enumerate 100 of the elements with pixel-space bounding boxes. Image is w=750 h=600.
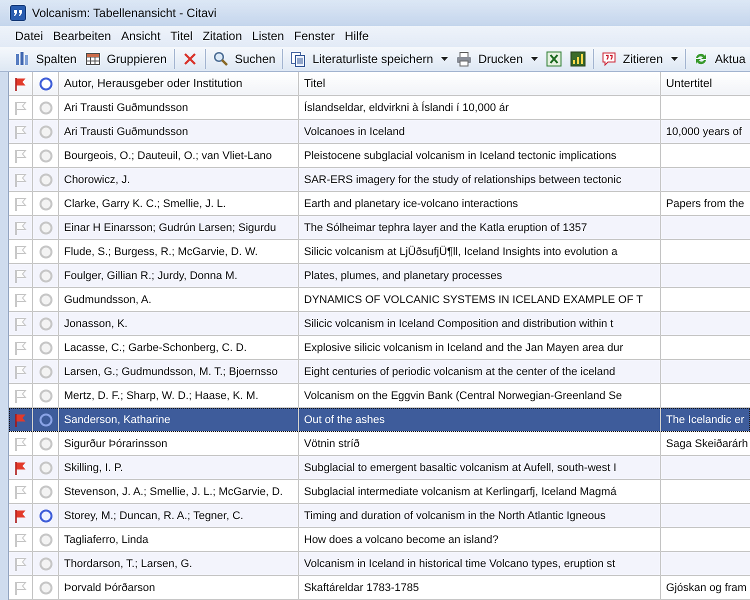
title-cell: Silicic volcanism in Iceland Composition and distribution within t [304,318,614,330]
flag-outline-icon[interactable] [14,172,26,186]
title-cell: Íslandseldar, eldvirkni à Íslandi í 10,000 ár [304,102,509,114]
flag-outline-icon[interactable] [14,292,26,306]
menu-item[interactable]: Titel [165,29,198,44]
flag-outline-icon[interactable] [14,220,26,234]
author-cell: Sigurður Þórarinsson [64,438,168,450]
author-cell: Skilling, I. P. [64,462,124,474]
title-cell: Volcanoes in Iceland [304,126,405,138]
title-cell: Out of the ashes [304,414,385,426]
table-row[interactable]: Mertz, D. F.; Sharp, W. D.; Haase, K. M. Volcanism on the Eggvin Bank (Central Norwegian-Greenland Se [9,384,750,408]
author-cell: Einar H Einarsson; Gudrún Larsen; Sigurdu [64,222,276,234]
subtitle-cell: Saga Skeiðarárh [666,438,748,450]
title-cell: Timing and duration of volcanism in the North Atlantic Igneous [304,510,606,522]
flag-outline-icon[interactable] [14,580,26,594]
flag-icon[interactable] [14,460,26,474]
toolbar-button[interactable]: Zitieren [596,48,682,69]
author-cell: Ari Trausti Guðmundsson [64,126,188,138]
table-row[interactable]: Storey, M.; Duncan, R. A.; Tegner, C. Timing and duration of volcanism in the North Atlantic Igneous [9,504,750,528]
menu-item[interactable]: Fenster [289,29,340,44]
menu-item[interactable]: Datei [10,29,48,44]
document-list-icon [290,50,306,67]
menu-item[interactable]: Ansicht [116,29,166,44]
spreadsheet-icon [546,50,562,67]
author-cell: Larsen, G.; Gudmundsson, M. T.; Bjoernsso [64,366,278,378]
menu-item[interactable]: Zitation [198,29,248,44]
table-row[interactable]: Sigurður Þórarinsson Vötnin stríð Saga Skeiðarárh [9,432,750,456]
flag-outline-icon[interactable] [14,364,26,378]
table-row[interactable]: Flude, S.; Burgess, R.; McGarvie, D. W. Silicic volcanism at LjÜðsufjÜ¶ll, Iceland Insights into evolution a [9,240,750,264]
printer-icon [456,50,472,67]
title-cell: Earth and planetary ice-volcano interactions [304,198,518,210]
title-cell: Eight centuries of periodic volcanism at the center of the iceland [304,366,616,378]
chart-sheet-icon [570,50,586,67]
title-cell: DYNAMICS OF VOLCANIC SYSTEMS IN ICELAND EXAMPLE OF T [304,294,644,306]
circle-icon[interactable] [38,508,52,522]
table-row[interactable]: Foulger, Gillian R.; Jurdy, Donna M. Plates, plumes, and planetary processes [9,264,750,288]
table-row[interactable]: Tagliaferro, Linda How does a volcano become an island? [9,528,750,552]
author-cell: Ari Trausti Guðmundsson [64,102,188,114]
author-cell: Flude, S.; Burgess, R.; McGarvie, D. W. [64,246,258,258]
flag-outline-icon[interactable] [14,388,26,402]
toolbar-button[interactable]: Spalten [10,48,81,69]
table-row[interactable]: Chorowicz, J. SAR-ERS imagery for the study of relationships between tectonic [9,168,750,192]
column-header[interactable]: Autor, Herausgeber oder Institution [64,78,242,90]
delete-icon [182,50,198,67]
flag-icon[interactable] [14,508,26,522]
table-row[interactable]: Þorvald Þórðarson Skaftáreldar 1783-1785 Gjóskan og fram [9,576,750,600]
author-cell: Jonasson, K. [64,318,128,330]
toolbar-button[interactable]: Aktua [688,48,750,69]
table-row[interactable]: Thordarson, T.; Larsen, G. Volcanism in Iceland in historical time Volcano types, eruption st [9,552,750,576]
app-icon [10,4,26,21]
title-cell: Vötnin stríð [304,438,360,450]
table-row[interactable]: Skilling, I. P. Subglacial to emergent basaltic volcanism at Aufell, south-west I [9,456,750,480]
menu-item[interactable]: Listen [247,29,290,44]
table-row[interactable]: Larsen, G.; Gudmundsson, M. T.; Bjoernsso Eight centuries of periodic volcanism at the center of the iceland [9,360,750,384]
title-cell: SAR-ERS imagery for the study of relationships between tectonic [304,174,622,186]
title-cell: Subglacial to emergent basaltic volcanism at Aufell, south-west I [304,462,616,474]
flag-outline-icon[interactable] [14,148,26,162]
toolbar-button[interactable]: Drucken [452,48,542,69]
circle-icon[interactable] [38,412,52,426]
table-row[interactable]: Lacasse, C.; Garbe-Schonberg, C. D. Explosive silicic volcanism in Iceland and the Jan Mayen area dur [9,336,750,360]
table-row[interactable]: Stevenson, J. A.; Smellie, J. L.; McGarvie, D. Subglacial intermediate volcanism at Kerlingarfj, Iceland Magmá [9,480,750,504]
author-cell: Lacasse, C.; Garbe-Schonberg, C. D. [64,342,247,354]
author-cell: Storey, M.; Duncan, R. A.; Tegner, C. [64,510,244,522]
columns-icon [14,50,30,67]
table-row[interactable]: Einar H Einarsson; Gudrún Larsen; Sigurdu The Sólheimar tephra layer and the Katla eruption of 1357 [9,216,750,240]
flag-outline-icon[interactable] [14,100,26,114]
author-cell: Sanderson, Katharine [64,414,170,426]
flag-outline-icon[interactable] [14,244,26,258]
flag-outline-icon[interactable] [14,556,26,570]
table-row[interactable]: Gudmundsson, A. DYNAMICS OF VOLCANIC SYSTEMS IN ICELAND EXAMPLE OF T [9,288,750,312]
toolbar-button[interactable]: Literaturliste speichern [286,48,452,69]
table-row[interactable]: Sanderson, Katharine Out of the ashes The Icelandic er [9,408,750,432]
title-cell: Silicic volcanism at LjÜðsufjÜ¶ll, Iceland Insights into evolution a [304,246,618,258]
title-cell: Volcanism in Iceland in historical time Volcano types, eruption st [304,558,616,570]
subtitle-cell: The Icelandic er [666,414,744,426]
flag-outline-icon[interactable] [14,196,26,210]
flag-outline-icon[interactable] [14,436,26,450]
menu-item[interactable]: Bearbeiten [48,29,116,44]
table-row[interactable]: Clarke, Garry K. C.; Smellie, J. L. Earth and planetary ice-volcano interactions Papers from the [9,192,750,216]
column-header[interactable]: Untertitel [666,78,712,90]
column-header[interactable]: Titel [304,78,326,90]
table-row[interactable]: Ari Trausti Guðmundsson Íslandseldar, eldvirkni à Íslandi í 10,000 ár [9,96,750,120]
author-cell: Tagliaferro, Linda [64,534,148,546]
table-row[interactable]: Ari Trausti Guðmundsson Volcanoes in Iceland 10,000 years of [9,120,750,144]
author-cell: Bourgeois, O.; Dauteuil, O.; van Vliet-Lano [64,150,272,162]
menu-item[interactable]: Hilfe [340,29,374,44]
author-cell: Thordarson, T.; Larsen, G. [64,558,192,570]
flag-outline-icon[interactable] [14,340,26,354]
toolbar-button[interactable]: Suchen [208,48,280,69]
flag-outline-icon[interactable] [14,316,26,330]
flag-outline-icon[interactable] [14,124,26,138]
author-cell: Clarke, Garry K. C.; Smellie, J. L. [64,198,226,210]
flag-outline-icon[interactable] [14,268,26,282]
flag-outline-icon[interactable] [14,532,26,546]
table-row[interactable]: Bourgeois, O.; Dauteuil, O.; van Vliet-Lano Pleistocene subglacial volcanism in Iceland tectonic implications [9,144,750,168]
flag-outline-icon[interactable] [14,484,26,498]
table-row[interactable]: Jonasson, K. Silicic volcanism in Iceland Composition and distribution within t [9,312,750,336]
subtitle-cell: Papers from the [666,198,744,210]
toolbar-button[interactable]: Gruppieren [80,48,171,69]
author-cell: Mertz, D. F.; Sharp, W. D.; Haase, K. M. [64,390,258,402]
